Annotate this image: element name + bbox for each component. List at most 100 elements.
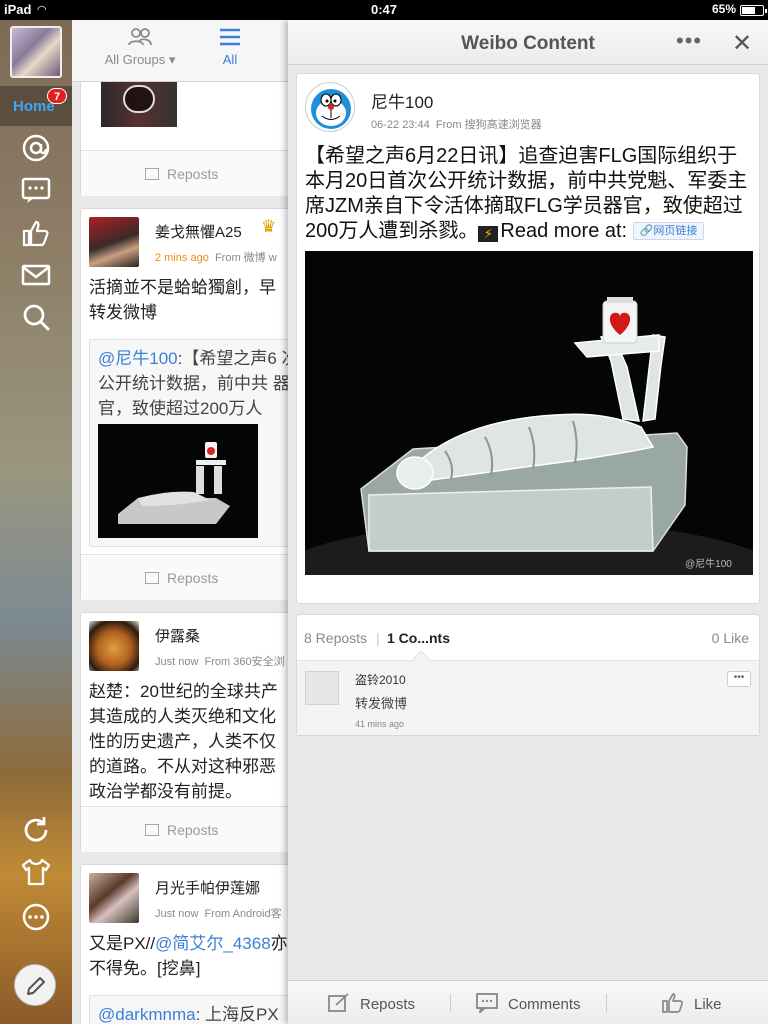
post-text: 活摘並不是蛤蛤獨創，早 转发微博 xyxy=(89,278,276,322)
tab-comments[interactable]: 1 Co...nts xyxy=(387,630,450,646)
like-button-label: Like xyxy=(694,996,722,1013)
tab-all-groups[interactable]: All Groups ▾ xyxy=(98,26,182,68)
more-icon[interactable] xyxy=(20,901,52,933)
comment-author[interactable]: 盗铃2010 xyxy=(355,671,406,688)
repost-button-label: Reposts xyxy=(360,996,416,1013)
messages-icon[interactable] xyxy=(20,174,52,206)
repost-label: Reposts xyxy=(167,822,219,838)
user-name[interactable]: 月光手帕伊莲娜 xyxy=(155,877,260,898)
post-meta: Just now From 360安全浏 xyxy=(155,653,285,669)
compose-button[interactable] xyxy=(14,964,56,1006)
post-time: Just now xyxy=(155,908,199,920)
toolbar-divider xyxy=(606,994,607,1012)
status-bar: iPad ◠ 0:47 65% xyxy=(0,0,768,20)
at-icon[interactable] xyxy=(20,132,52,164)
list-icon xyxy=(220,28,240,46)
repost-button[interactable]: Reposts xyxy=(328,993,415,1013)
post-source: From 360安全浏 xyxy=(204,656,285,668)
post-source: From 微博 w xyxy=(214,252,277,264)
feed-header: All Groups ▾ All xyxy=(72,20,288,82)
comment-text: 转发微博 xyxy=(355,696,408,711)
tab-divider: | xyxy=(376,630,380,646)
avatar[interactable] xyxy=(89,621,139,671)
post-meta: 06-22 23:44 From 搜狗高速浏览器 xyxy=(371,116,542,132)
repost-icon xyxy=(328,993,349,1012)
mention-link[interactable]: @简艾尔_4368 xyxy=(155,934,271,953)
feed-card[interactable]: 姜戈無懼A25 ♛ 2 mins ago From 微博 w 活摘並不是蛤蛤獨創… xyxy=(80,208,288,600)
toolbar-divider xyxy=(450,994,451,1012)
feed-card[interactable]: 月光手帕伊莲娜 Just now From Android客 又是PX//@简艾… xyxy=(80,864,288,1024)
tab-all[interactable]: All xyxy=(208,26,252,67)
post-text: 赵楚：20世纪的全球共产 其造成的人类灭绝和文化 性的历史遗产，人类不仅 的道路… xyxy=(89,682,278,801)
image-watermark: @尼牛100 xyxy=(685,557,732,570)
quoted-post[interactable]: @尼牛100:【希望之声6 次公开统计数据，前中共 器官，致使超过200万人 xyxy=(89,339,288,547)
post-text: 【希望之声6月22日讯】追查迫害FLG国际组织于本月20日首次公开统计数据，前中… xyxy=(305,144,753,244)
doraemon-avatar-image xyxy=(311,89,351,129)
repost-icon xyxy=(145,572,159,584)
more-options-icon[interactable]: ••• xyxy=(676,28,702,54)
quoted-image[interactable] xyxy=(98,424,258,538)
quoted-body: : 上海反PX xyxy=(195,1005,279,1024)
tab-reposts[interactable]: 8 Reposts xyxy=(304,630,367,646)
post-meta: Just now From Android客 xyxy=(155,905,282,921)
avatar[interactable] xyxy=(89,873,139,923)
like-icon xyxy=(662,993,683,1013)
video-play-icon xyxy=(123,85,155,113)
search-icon[interactable] xyxy=(20,301,52,333)
like-button[interactable]: Like xyxy=(662,993,722,1013)
quoted-post[interactable]: @darkmnma: 上海反PX xyxy=(89,995,288,1024)
post-card: 尼牛100 06-22 23:44 From 搜狗高速浏览器 【希望之声6月22… xyxy=(296,73,760,604)
crown-icon: ♛ xyxy=(261,217,277,236)
post-avatar[interactable] xyxy=(305,82,355,132)
comment-more-button[interactable]: ••• xyxy=(727,671,751,687)
comment-item[interactable]: 盗铃2010 转发微博 41 mins ago ••• xyxy=(297,661,759,735)
tab-all-groups-label: All Groups ▾ xyxy=(104,52,176,67)
detail-header: Weibo Content ••• ✕ xyxy=(288,20,768,65)
quoted-user-link[interactable]: @尼牛100 xyxy=(98,349,178,368)
webpage-link[interactable]: 🔗网页链接 xyxy=(632,222,705,240)
comment-avatar[interactable] xyxy=(305,671,339,705)
comment-time: 41 mins ago xyxy=(355,719,405,729)
post-author[interactable]: 尼牛100 xyxy=(371,88,433,113)
user-name[interactable]: 姜戈無懼A25 xyxy=(155,221,242,242)
repost-bar[interactable]: Reposts xyxy=(81,806,288,852)
interactions-card: 8 Reposts | 1 Co...nts 0 Like 盗铃2010 转发微… xyxy=(296,614,761,736)
comment-button[interactable]: Comments xyxy=(476,993,581,1015)
post-text-pre: 又是PX// xyxy=(89,934,156,953)
feed-card[interactable]: 伊露桑 Just now From 360安全浏 赵楚：20世纪的全球共产 其造… xyxy=(80,612,288,852)
like-icon[interactable] xyxy=(20,217,52,249)
battery-icon xyxy=(740,5,767,16)
repost-icon xyxy=(145,168,159,180)
my-avatar[interactable] xyxy=(10,26,62,78)
tab-likes[interactable]: 0 Like xyxy=(712,630,749,646)
quoted-user-link[interactable]: @darkmnma xyxy=(98,1005,196,1024)
post-meta: 2 mins ago From 微博 w xyxy=(155,249,277,265)
comment-icon xyxy=(476,993,498,1015)
interaction-tabs: 8 Reposts | 1 Co...nts 0 Like xyxy=(297,615,761,668)
compose-icon xyxy=(27,977,45,995)
battery-percent: 65% xyxy=(711,2,736,16)
read-more-label: Read more at: xyxy=(500,220,628,242)
post-illustration: @尼牛100 xyxy=(305,251,753,575)
avatar[interactable] xyxy=(89,217,139,267)
repost-label: Reposts xyxy=(167,570,219,586)
post-image[interactable]: @尼牛100 xyxy=(305,251,753,575)
video-thumbnail[interactable] xyxy=(101,79,177,127)
clock: 0:47 xyxy=(370,2,398,17)
post-source: From Android客 xyxy=(204,908,282,920)
quoted-text: @darkmnma: 上海反PX xyxy=(98,1002,288,1024)
lightning-icon: ⚡ xyxy=(478,226,499,242)
feed-card[interactable]: Reposts xyxy=(80,68,288,196)
user-name[interactable]: 伊露桑 xyxy=(155,625,200,646)
repost-label: Reposts xyxy=(167,166,219,182)
refresh-icon[interactable] xyxy=(20,814,52,846)
mail-icon[interactable] xyxy=(20,259,52,291)
groups-icon xyxy=(128,28,152,46)
repost-bar[interactable]: Reposts xyxy=(81,554,288,600)
detail-panel: Weibo Content ••• ✕ 尼牛100 06-22 23:44 Fr… xyxy=(288,20,768,1024)
repost-bar[interactable]: Reposts xyxy=(81,150,288,196)
post-time: 2 mins ago xyxy=(155,252,209,264)
timeline-feed[interactable]: Reposts All Groups ▾ All 姜戈無懼A25 ♛ 2 min… xyxy=(72,20,288,1024)
close-icon[interactable]: ✕ xyxy=(732,29,752,58)
theme-icon[interactable] xyxy=(20,856,52,888)
